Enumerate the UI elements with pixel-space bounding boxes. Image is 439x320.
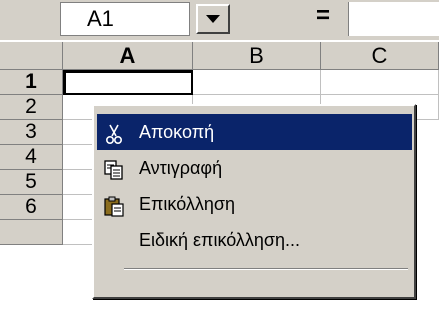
row-header-3[interactable]: 3 xyxy=(0,120,63,145)
cell-c1[interactable] xyxy=(321,70,439,95)
row-header-2[interactable]: 2 xyxy=(0,95,63,120)
formula-bar: A1 = xyxy=(0,0,439,40)
menu-item-copy[interactable]: Αντιγραφή xyxy=(97,150,412,186)
menu-item-label: Επικόλληση xyxy=(139,194,236,214)
cell-b1[interactable] xyxy=(193,70,321,95)
chevron-down-icon xyxy=(206,15,220,23)
row-header-5[interactable]: 5 xyxy=(0,170,63,195)
row-header-4[interactable]: 4 xyxy=(0,145,63,170)
menu-item-paste-special[interactable]: Ειδική επικόλληση... xyxy=(97,222,412,258)
row-header-7[interactable] xyxy=(0,220,63,245)
context-menu: Αποκοπή Αντιγραφή Επικόλληση Ειδική επικ… xyxy=(92,104,416,299)
menu-separator xyxy=(124,268,408,270)
row-header-6[interactable]: 6 xyxy=(0,195,63,220)
edit-formula-button[interactable]: = xyxy=(316,2,330,30)
menu-item-cut[interactable]: Αποκοπή xyxy=(97,114,412,150)
menu-item-label: Ειδική επικόλληση... xyxy=(139,230,301,250)
paste-icon xyxy=(103,193,125,217)
select-all-corner[interactable] xyxy=(0,42,63,70)
column-header-a[interactable]: A xyxy=(63,42,193,70)
menu-item-paste[interactable]: Επικόλληση xyxy=(97,186,412,222)
formula-input[interactable] xyxy=(348,2,439,36)
cell-a1[interactable] xyxy=(63,70,194,96)
column-header-c[interactable]: C xyxy=(321,42,439,70)
name-box-value: A1 xyxy=(87,6,114,31)
row-header-1[interactable]: 1 xyxy=(0,70,63,95)
menu-item-label: Αποκοπή xyxy=(139,122,215,142)
menu-item-label: Αντιγραφή xyxy=(139,158,223,178)
name-box-dropdown-button[interactable] xyxy=(196,4,230,34)
column-header-b[interactable]: B xyxy=(193,42,321,70)
scissors-icon xyxy=(103,121,125,145)
name-box[interactable]: A1 xyxy=(60,2,190,36)
copy-icon xyxy=(103,157,125,180)
menu-item-partial[interactable] xyxy=(97,284,412,320)
